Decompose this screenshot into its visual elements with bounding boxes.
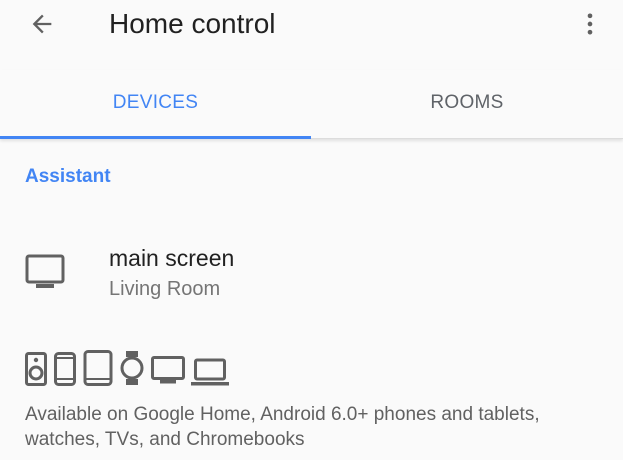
tab-rooms[interactable]: ROOMS — [311, 70, 623, 136]
tv-icon — [25, 254, 65, 288]
home-control-screen: Home control DEVICES ROOMS Assistant mai… — [0, 0, 623, 460]
arrow-back-icon — [32, 14, 52, 34]
device-list-item[interactable]: main screen Living Room — [0, 232, 623, 312]
watch-icon — [120, 351, 144, 385]
availability-note: Available on Google Home, Android 6.0+ p… — [25, 404, 540, 450]
back-button[interactable] — [26, 8, 58, 40]
tv-icon — [151, 356, 185, 384]
supported-devices-icons — [25, 350, 229, 386]
top-app-bar: Home control — [0, 0, 623, 48]
phone-icon — [54, 352, 76, 386]
section-header-assistant: Assistant — [25, 166, 111, 187]
more-options-button[interactable] — [576, 8, 604, 40]
tab-indicator — [0, 136, 311, 139]
more-vert-icon — [587, 13, 593, 35]
tab-rooms-label: ROOMS — [430, 92, 504, 113]
speaker-icon — [25, 352, 47, 386]
page-title: Home control — [109, 8, 276, 39]
tablet-icon — [83, 350, 113, 386]
tab-bar: DEVICES ROOMS — [0, 70, 623, 139]
tab-devices[interactable]: DEVICES — [0, 70, 311, 136]
device-room: Living Room — [109, 278, 221, 300]
device-name: main screen — [109, 245, 235, 271]
tab-devices-label: DEVICES — [112, 92, 199, 113]
laptop-icon — [191, 358, 229, 386]
